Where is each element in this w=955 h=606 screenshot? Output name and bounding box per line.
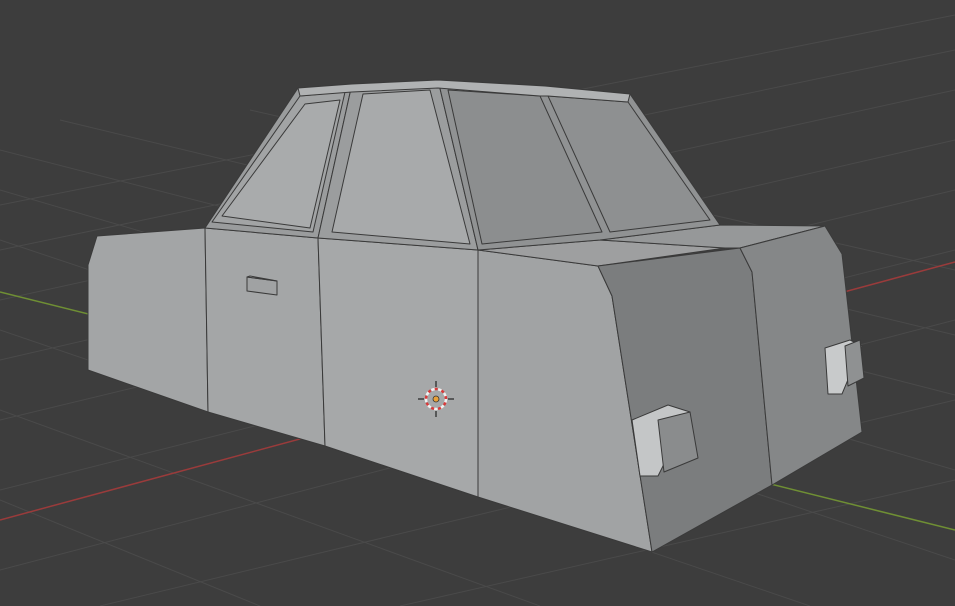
car-mesh[interactable] (87, 79, 865, 553)
body-side-panel-1 (204, 227, 326, 447)
viewport-canvas[interactable] (0, 0, 955, 606)
body-side-panel-2 (317, 237, 479, 498)
headlight-right-front (844, 339, 865, 387)
body-left-face (87, 227, 209, 413)
3d-viewport[interactable] (0, 0, 955, 606)
